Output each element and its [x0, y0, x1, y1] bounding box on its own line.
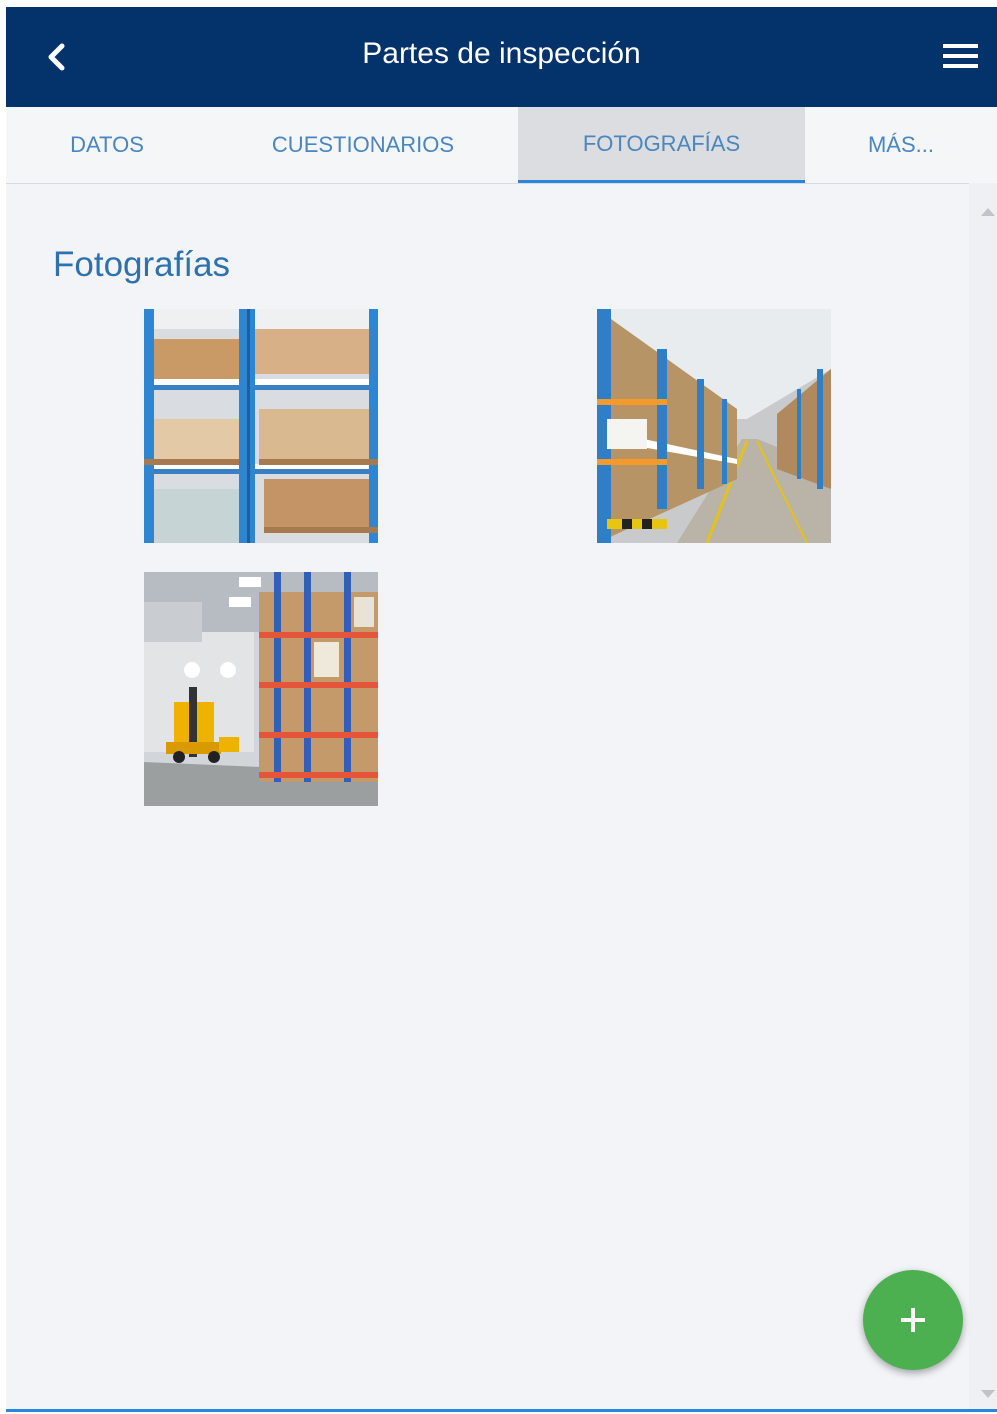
app-window: Partes de inspección DATOS CUESTIONARIOS…: [6, 7, 997, 1412]
app-header: Partes de inspección: [6, 7, 997, 107]
tab-label: CUESTIONARIOS: [271, 132, 455, 157]
tab-datos[interactable]: DATOS: [6, 107, 208, 183]
tab-label: MÁS...: [867, 132, 934, 157]
plus-icon: [901, 1308, 925, 1332]
photo-thumbnail-3[interactable]: [144, 572, 378, 806]
tab-mas[interactable]: MÁS...: [805, 107, 997, 183]
warehouse-shelves-image: [144, 309, 378, 543]
tab-label: DATOS: [70, 132, 144, 157]
add-photo-button[interactable]: [863, 1270, 963, 1370]
bottom-divider: [6, 1409, 997, 1412]
tab-label: FOTOGRAFÍAS: [582, 130, 741, 156]
tab-cuestionarios[interactable]: CUESTIONARIOS: [208, 107, 518, 183]
page-title: Partes de inspección: [362, 37, 641, 70]
scroll-up-arrow-icon[interactable]: [981, 208, 995, 216]
scrollbar[interactable]: [969, 183, 997, 1412]
photo-thumbnail-2[interactable]: [597, 309, 831, 543]
tab-fotografias[interactable]: FOTOGRAFÍAS: [518, 107, 805, 183]
warehouse-aisle-image: [597, 309, 831, 543]
warehouse-forklift-image: [144, 572, 378, 806]
menu-button[interactable]: [941, 41, 981, 71]
section-title: Fotografías: [53, 245, 231, 284]
hamburger-menu-icon: [943, 44, 978, 68]
scroll-down-arrow-icon[interactable]: [981, 1390, 995, 1398]
tab-bar: DATOS CUESTIONARIOS FOTOGRAFÍAS MÁS...: [6, 107, 997, 184]
photo-thumbnail-1[interactable]: [144, 309, 378, 543]
